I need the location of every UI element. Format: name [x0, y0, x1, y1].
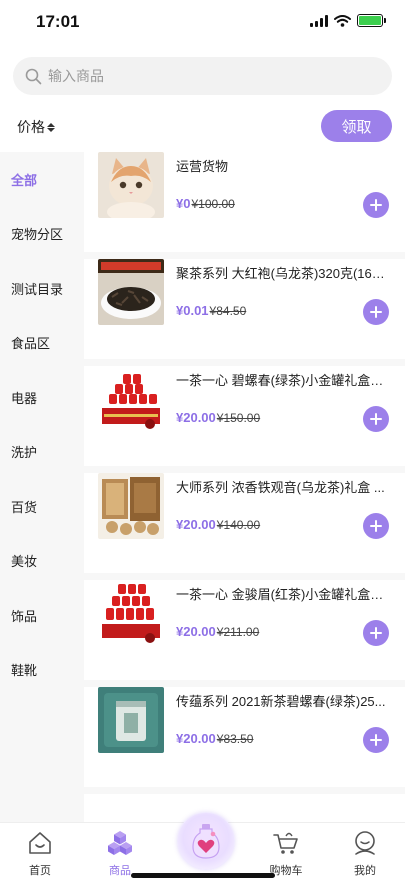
product-card[interactable]: 大师系列 浓香铁观音(乌龙茶)礼盒 ... ¥20.00 ¥140.00	[84, 473, 405, 573]
sale-price: ¥20.00	[176, 517, 216, 532]
sidebar-item-pets[interactable]: 宠物分区	[0, 207, 84, 262]
product-card[interactable]	[84, 794, 405, 822]
sale-price: ¥20.00	[176, 624, 216, 639]
original-price: ¥84.50	[209, 304, 247, 318]
sale-price: ¥20.00	[176, 410, 216, 425]
tab-label: 首页	[29, 865, 51, 877]
product-image-green-canister	[98, 687, 164, 753]
original-price: ¥140.00	[216, 518, 261, 532]
plus-icon	[370, 199, 382, 211]
plus-icon	[370, 627, 382, 639]
add-to-cart-button[interactable]	[363, 299, 389, 325]
search-bar[interactable]	[13, 57, 392, 95]
price-row: ¥20.00 ¥150.00	[176, 410, 260, 425]
original-price: ¥211.00	[216, 625, 260, 639]
tab-profile[interactable]: 我的	[335, 829, 395, 878]
sidebar-item-appliances[interactable]: 电器	[0, 370, 84, 425]
price-row: ¥20.00 ¥140.00	[176, 517, 260, 532]
home-icon	[29, 832, 51, 854]
heart-bottle-icon	[192, 824, 220, 859]
sidebar-item-jewelry[interactable]: 饰品	[0, 588, 84, 643]
sidebar-item-beauty[interactable]: 美妆	[0, 534, 84, 589]
product-card[interactable]: 一茶一心 金骏眉(红茶)小金罐礼盒1... ¥20.00 ¥211.00	[84, 580, 405, 680]
center-action-button[interactable]	[177, 812, 235, 870]
product-name: 一茶一心 碧螺春(绿茶)小金罐礼盒1...	[176, 373, 386, 388]
sidebar-item-all[interactable]: 全部	[0, 152, 84, 207]
sale-price: ¥0.01	[176, 303, 209, 318]
search-icon	[25, 68, 42, 84]
product-name: 运营货物	[176, 159, 229, 174]
sort-arrows-icon	[47, 122, 55, 132]
tab-cart[interactable]: 购物车	[256, 829, 316, 878]
product-image-red-tea-cans	[98, 580, 164, 646]
battery-icon	[357, 14, 386, 27]
price-row: ¥20.00 ¥211.00	[176, 624, 259, 639]
product-image-tea-leaves	[98, 259, 164, 325]
sale-price: ¥0	[176, 196, 191, 211]
tab-label: 商品	[109, 865, 131, 877]
product-name: 一茶一心 金骏眉(红茶)小金罐礼盒1...	[176, 587, 386, 602]
plus-icon	[370, 734, 382, 746]
product-list: 运营货物 ¥0 ¥100.00 聚茶系列 大红袍(乌龙茶)320克(160...…	[84, 152, 405, 822]
original-price: ¥100.00	[191, 197, 235, 211]
product-card[interactable]: 传蕴系列 2021新茶碧螺春(绿茶)25... ¥20.00 ¥83.50	[84, 687, 405, 787]
product-name: 大师系列 浓香铁观音(乌龙茶)礼盒 ...	[176, 480, 385, 495]
filter-row: 价格 领取	[0, 110, 405, 142]
sidebar-item-washcare[interactable]: 洗护	[0, 425, 84, 480]
plus-icon	[370, 306, 382, 318]
plus-icon	[370, 520, 382, 532]
product-image-red-tea-cans	[98, 366, 164, 432]
price-row: ¥0.01 ¥84.50	[176, 303, 246, 318]
original-price: ¥83.50	[216, 732, 254, 746]
add-to-cart-button[interactable]	[363, 513, 389, 539]
tab-label: 我的	[354, 865, 376, 877]
signal-icon	[310, 14, 328, 27]
claim-button[interactable]: 领取	[321, 110, 392, 142]
add-to-cart-button[interactable]	[363, 406, 389, 432]
product-card[interactable]: 运营货物 ¥0 ¥100.00	[84, 152, 405, 252]
product-card[interactable]: 一茶一心 碧螺春(绿茶)小金罐礼盒1... ¥20.00 ¥150.00	[84, 366, 405, 466]
price-sort-toggle[interactable]: 价格	[17, 117, 55, 137]
original-price: ¥150.00	[216, 411, 261, 425]
sidebar-item-food[interactable]: 食品区	[0, 316, 84, 371]
product-image-cat	[98, 152, 164, 218]
cube-icon	[108, 831, 132, 855]
cart-icon	[273, 832, 298, 854]
search-input[interactable]	[48, 68, 348, 84]
sidebar-item-general-goods[interactable]: 百货	[0, 479, 84, 534]
sidebar-item-shoes[interactable]: 鞋靴	[0, 643, 84, 698]
profile-icon	[355, 831, 375, 855]
add-to-cart-button[interactable]	[363, 192, 389, 218]
status-bar: 17:01	[0, 0, 405, 46]
product-name: 聚茶系列 大红袍(乌龙茶)320克(160...	[176, 266, 386, 281]
price-row: ¥20.00 ¥83.50	[176, 731, 253, 746]
home-indicator	[131, 873, 275, 878]
plus-icon	[370, 413, 382, 425]
category-sidebar: 全部 宠物分区 测试目录 食品区 电器 洗护 百货 美妆 饰品 鞋靴	[0, 152, 84, 822]
product-image-gift-box	[98, 473, 164, 539]
status-icons	[310, 14, 386, 27]
sale-price: ¥20.00	[176, 731, 216, 746]
price-row: ¥0 ¥100.00	[176, 196, 235, 211]
product-card[interactable]: 聚茶系列 大红袍(乌龙茶)320克(160... ¥0.01 ¥84.50	[84, 259, 405, 359]
add-to-cart-button[interactable]	[363, 727, 389, 753]
status-time: 17:01	[36, 12, 80, 31]
sidebar-item-test-catalog[interactable]: 测试目录	[0, 261, 84, 316]
product-name: 传蕴系列 2021新茶碧螺春(绿茶)25...	[176, 694, 386, 709]
price-sort-label: 价格	[17, 119, 45, 135]
wifi-icon	[334, 14, 351, 27]
add-to-cart-button[interactable]	[363, 620, 389, 646]
tab-home[interactable]: 首页	[10, 829, 70, 878]
tab-products[interactable]: 商品	[90, 829, 150, 878]
